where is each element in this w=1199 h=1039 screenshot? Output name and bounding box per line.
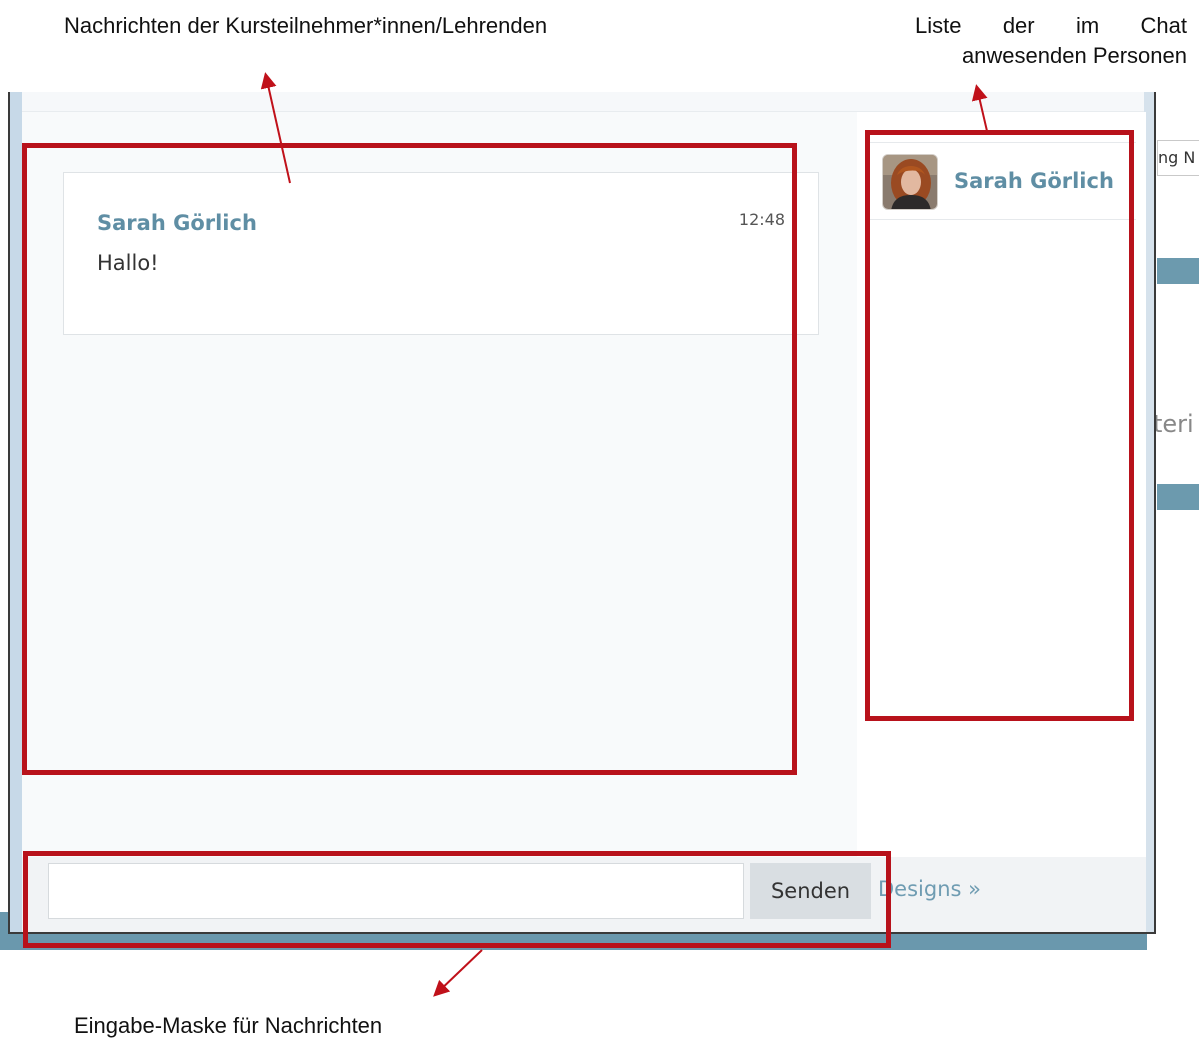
arrow-to-users-label [971,84,988,132]
annotation-arrows [260,72,988,997]
arrow-to-messages-label [260,72,291,184]
arrow-to-input-label [433,949,483,997]
